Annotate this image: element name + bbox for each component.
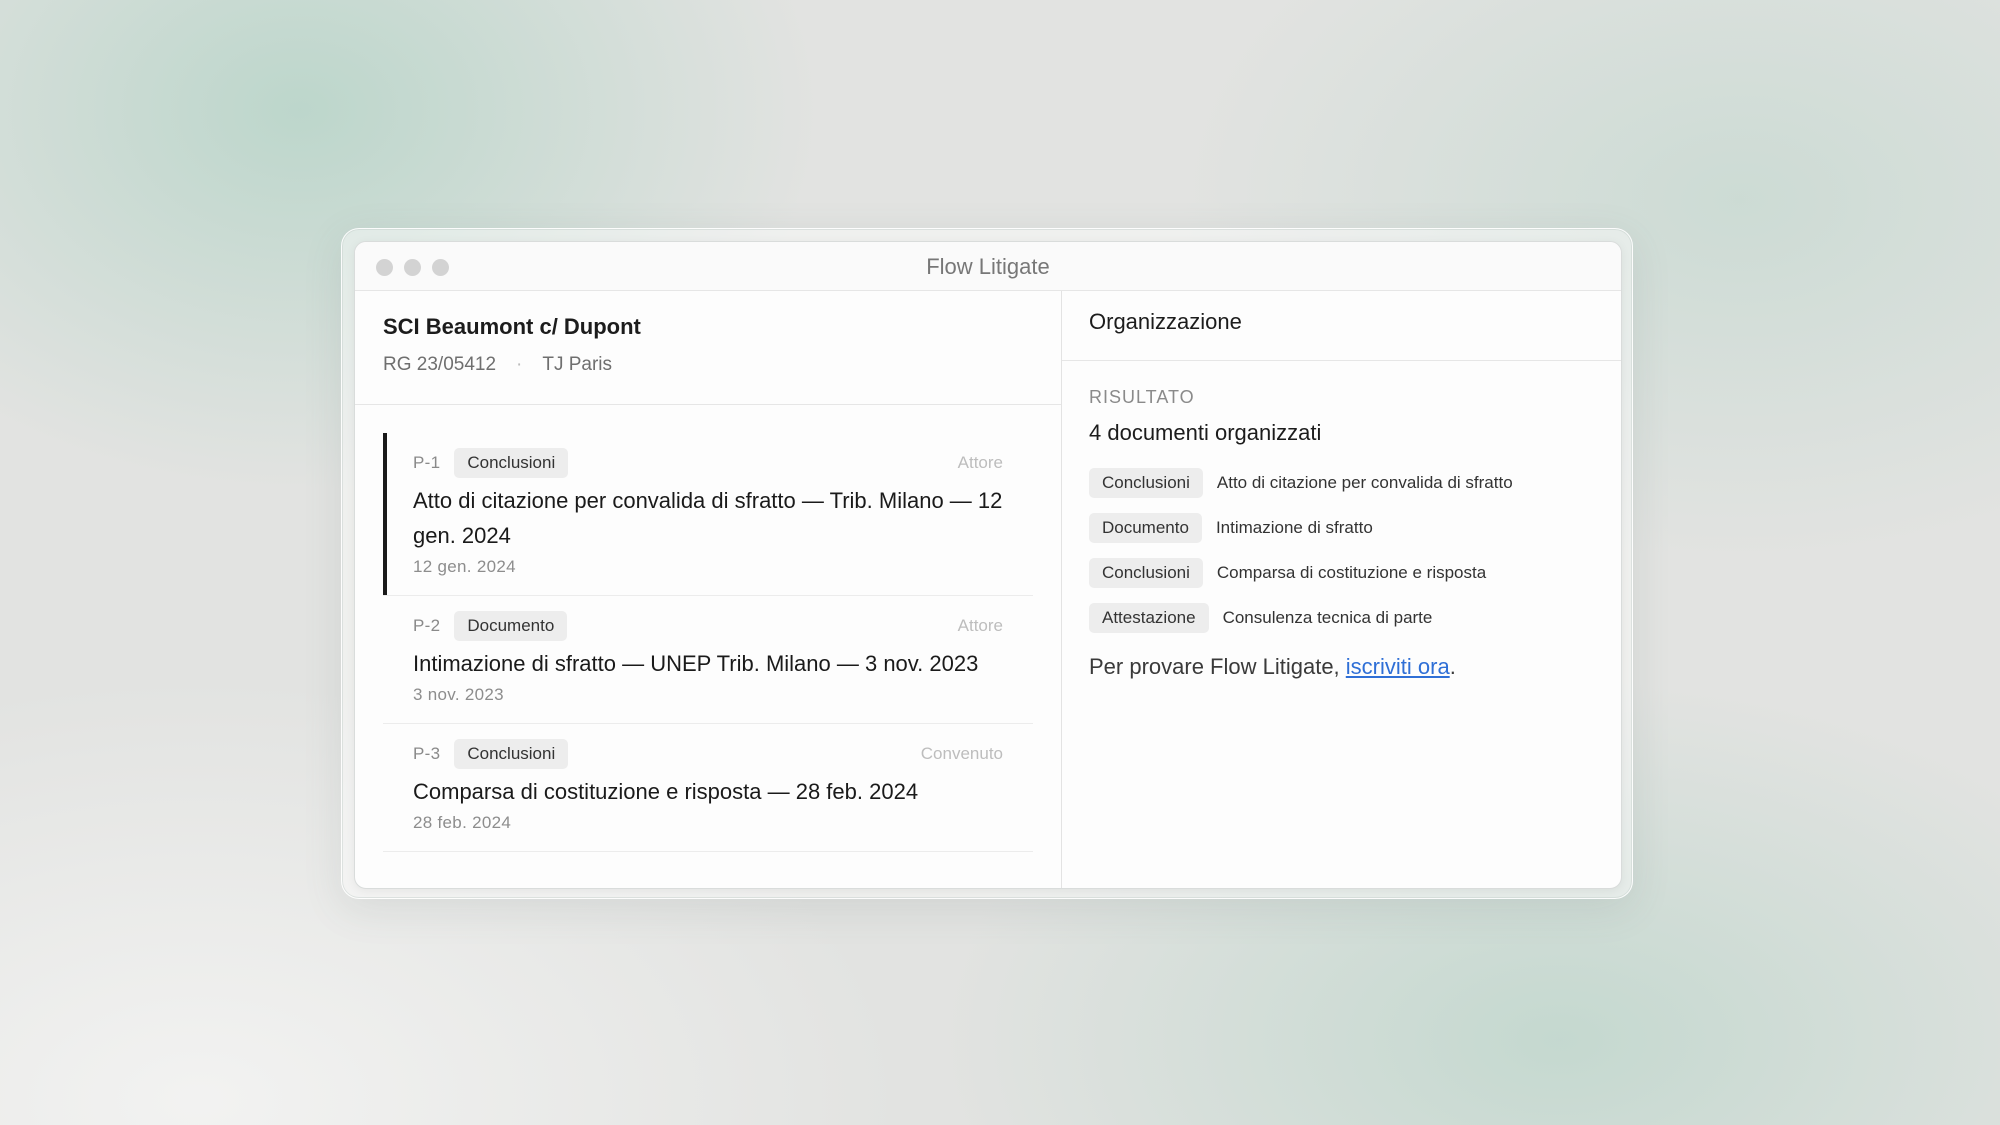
result-list: Conclusioni Atto di citazione per conval… <box>1089 466 1621 634</box>
document-item-header: P-1 Conclusioni Attore <box>413 447 1003 479</box>
document-type-tag: Conclusioni <box>454 448 569 478</box>
document-type-tag: Documento <box>454 611 568 641</box>
document-party: Attore <box>957 616 1003 635</box>
result-tag: Conclusioni <box>1089 557 1203 588</box>
app-window: Flow Litigate SCI Beaumont c/ Dupont RG … <box>354 241 1622 889</box>
document-title: Atto di citazione per convalida di sfrat… <box>413 488 1003 548</box>
document-list: P-1 Conclusioni Attore Atto di citazione… <box>355 405 1061 852</box>
signup-prompt-text: Per provare Flow Litigate, <box>1089 654 1346 679</box>
section-label: RISULTATO <box>1089 387 1195 407</box>
document-type-tag: Conclusioni <box>454 739 569 769</box>
result-tag: Attestazione <box>1089 602 1209 633</box>
result-text: Consulenza tecnica di parte <box>1222 607 1433 627</box>
document-id: P-1 <box>413 453 441 472</box>
case-meta: RG 23/05412 · TJ Paris <box>383 354 1061 376</box>
document-item-header: P-2 Documento Attore <box>413 610 1003 642</box>
result-text: Intimazione di sfratto <box>1215 517 1373 537</box>
document-item-p2[interactable]: P-2 Documento Attore Intimazione di sfra… <box>383 596 1033 724</box>
case-title: SCI Beaumont c/ Dupont <box>383 314 641 339</box>
result-text: Atto di citazione per convalida di sfrat… <box>1216 472 1513 492</box>
case-number: RG 23/05412 <box>383 354 497 376</box>
document-item-p1[interactable]: P-1 Conclusioni Attore Atto di citazione… <box>383 433 1033 596</box>
result-row: Documento Intimazione di sfratto <box>1089 511 1621 544</box>
window-title: Flow Litigate <box>926 254 1050 279</box>
document-id: P-3 <box>413 744 441 763</box>
signup-prompt-suffix: . <box>1449 654 1456 679</box>
meta-separator: · <box>516 354 523 376</box>
result-row: Attestazione Consulenza tecnica di parte <box>1089 601 1621 634</box>
document-id: P-2 <box>413 616 441 635</box>
panel-header: Organizzazione <box>1062 291 1621 361</box>
document-list-pane: SCI Beaumont c/ Dupont RG 23/05412 · TJ … <box>355 291 1062 888</box>
document-item-header: P-3 Conclusioni Convenuto <box>413 738 1003 770</box>
title-bar: Flow Litigate <box>355 242 1621 291</box>
document-item-p3[interactable]: P-3 Conclusioni Convenuto Comparsa di co… <box>383 724 1033 852</box>
document-date: 12 gen. 2024 <box>413 557 516 576</box>
result-tag: Documento <box>1089 512 1202 543</box>
document-date: 28 feb. 2024 <box>413 813 512 832</box>
panel-body: RISULTATO 4 documenti organizzati Conclu… <box>1062 361 1621 680</box>
signup-prompt: Per provare Flow Litigate, iscriviti ora… <box>1089 654 1621 680</box>
signup-link[interactable]: iscriviti ora <box>1346 654 1450 679</box>
case-header: SCI Beaumont c/ Dupont RG 23/05412 · TJ … <box>355 291 1061 405</box>
document-date: 3 nov. 2023 <box>413 685 504 704</box>
result-row: Conclusioni Comparsa di costituzione e r… <box>1089 556 1621 589</box>
document-party: Convenuto <box>920 744 1003 763</box>
result-text: Comparsa di costituzione e risposta <box>1216 562 1487 582</box>
document-party: Attore <box>957 453 1003 472</box>
result-row: Conclusioni Atto di citazione per conval… <box>1089 466 1621 499</box>
case-court: TJ Paris <box>542 354 613 376</box>
result-title: 4 documenti organizzati <box>1089 420 1322 445</box>
result-tag: Conclusioni <box>1089 467 1203 498</box>
document-title: Comparsa di costituzione e risposta — 28… <box>413 779 919 804</box>
organization-pane: Organizzazione RISULTATO 4 documenti org… <box>1062 291 1621 888</box>
document-title: Intimazione di sfratto — UNEP Trib. Mila… <box>413 651 979 676</box>
